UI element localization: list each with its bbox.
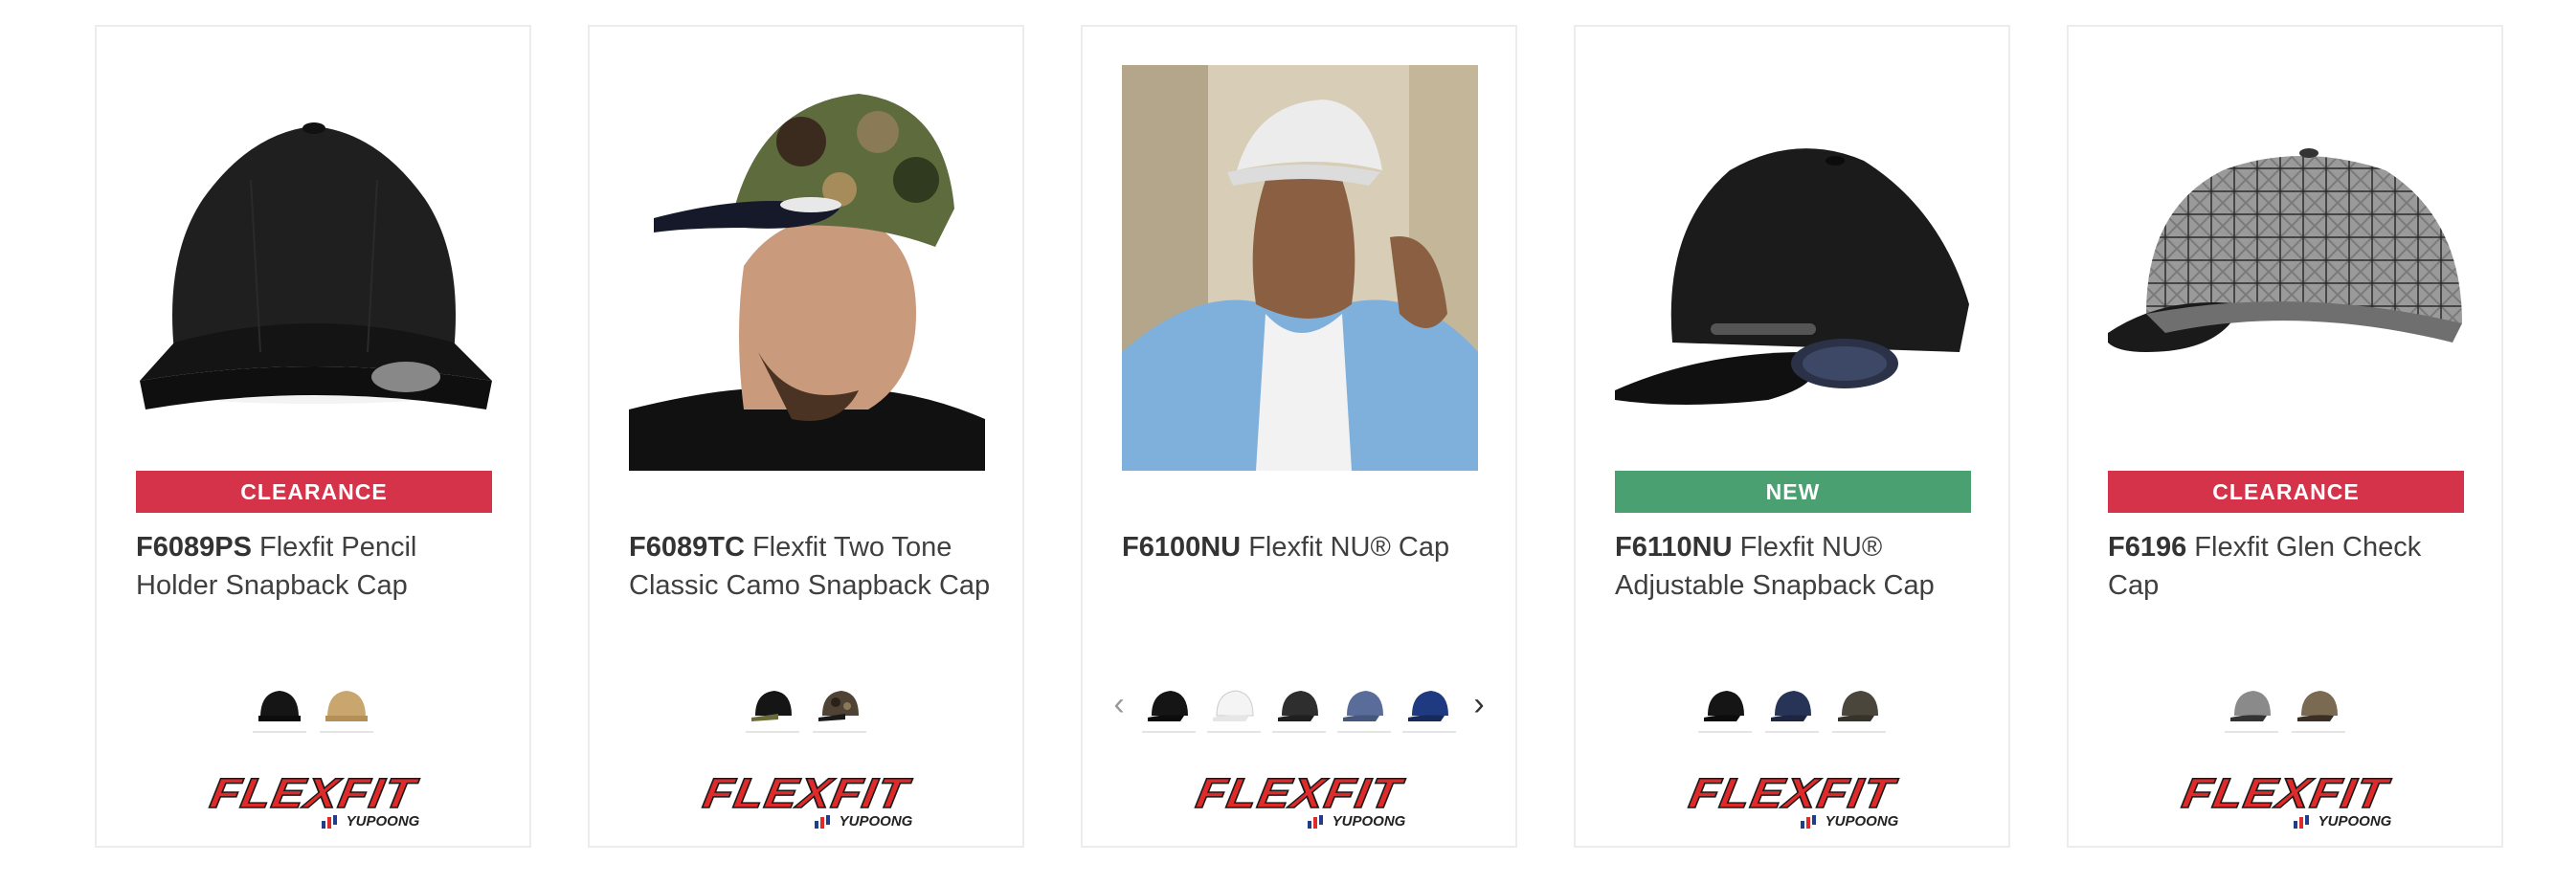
product-image-man-wearing-white-cap[interactable] xyxy=(1122,65,1478,471)
swatch-black-camo[interactable] xyxy=(746,675,799,733)
product-image-black-adjustable-cap[interactable] xyxy=(1615,65,1971,471)
product-title[interactable]: F6089TC Flexfit Two Tone Classic Camo Sn… xyxy=(629,528,993,605)
swatch-black[interactable] xyxy=(1142,675,1196,733)
chevron-left-icon[interactable]: ‹ xyxy=(1108,675,1131,733)
chevron-right-icon[interactable]: › xyxy=(1467,675,1490,733)
swatch-slate-blue[interactable] xyxy=(1337,675,1391,733)
swatch-navy[interactable] xyxy=(1402,675,1456,733)
product-image-man-wearing-camo-cap[interactable] xyxy=(629,65,985,471)
swatch-charcoal[interactable] xyxy=(1272,675,1326,733)
product-image-glen-check-cap[interactable] xyxy=(2108,65,2464,471)
product-card[interactable]: CLEARANCE F6089PS Flexfit Pencil Holder … xyxy=(95,25,531,848)
swatch-white[interactable] xyxy=(1207,675,1261,733)
product-title[interactable]: F6196 Flexfit Glen Check Cap xyxy=(2108,528,2472,605)
new-badge: NEW xyxy=(1615,471,1971,513)
product-code: F6089TC xyxy=(629,532,745,563)
product-card[interactable]: CLEARANCE F6196 Flexfit Glen Check Cap F… xyxy=(2067,25,2503,848)
product-grid: CLEARANCE F6089PS Flexfit Pencil Holder … xyxy=(0,0,2576,885)
flexfit-logo: FLEXFIT YUPOONG xyxy=(1192,769,1406,830)
product-card[interactable]: NEW F6110NU Flexfit NU® Adjustable Snapb… xyxy=(1574,25,2010,848)
swatch-tan[interactable] xyxy=(320,675,373,733)
product-image-black-snapback-cap[interactable] xyxy=(136,65,492,471)
color-swatches: ‹ › xyxy=(1083,660,1515,748)
product-code: F6089PS xyxy=(136,532,252,563)
swatch-black[interactable] xyxy=(1698,675,1752,733)
product-code: F6100NU xyxy=(1122,532,1242,563)
color-swatches xyxy=(2069,660,2501,748)
swatch-grey-check[interactable] xyxy=(2225,675,2278,733)
product-card[interactable]: F6089TC Flexfit Two Tone Classic Camo Sn… xyxy=(588,25,1024,848)
swatch-black[interactable] xyxy=(253,675,306,733)
color-swatches xyxy=(97,660,529,748)
product-title[interactable]: F6089PS Flexfit Pencil Holder Snapback C… xyxy=(136,528,500,605)
flexfit-logo: FLEXFIT YUPOONG xyxy=(206,769,420,830)
product-card[interactable]: F6100NU Flexfit NU® Cap ‹ › FLEXFIT YUPO… xyxy=(1081,25,1517,848)
swatch-brown-camo[interactable] xyxy=(813,675,866,733)
product-code: F6196 xyxy=(2108,532,2187,563)
clearance-badge: CLEARANCE xyxy=(136,471,492,513)
color-swatches xyxy=(590,660,1022,748)
swatch-navy[interactable] xyxy=(1765,675,1819,733)
swatch-brown-check[interactable] xyxy=(2292,675,2345,733)
clearance-badge: CLEARANCE xyxy=(2108,471,2464,513)
product-title[interactable]: F6110NU Flexfit NU® Adjustable Snapback … xyxy=(1615,528,1979,605)
color-swatches xyxy=(1576,660,2008,748)
product-code: F6110NU xyxy=(1615,532,1733,563)
product-title[interactable]: F6100NU Flexfit NU® Cap xyxy=(1122,528,1486,566)
flexfit-logo: FLEXFIT YUPOONG xyxy=(699,769,913,830)
flexfit-logo: FLEXFIT YUPOONG xyxy=(1685,769,1899,830)
product-name: Flexfit NU® Cap xyxy=(1248,532,1450,563)
swatch-dark-olive[interactable] xyxy=(1832,675,1886,733)
flexfit-logo: FLEXFIT YUPOONG xyxy=(2178,769,2392,830)
